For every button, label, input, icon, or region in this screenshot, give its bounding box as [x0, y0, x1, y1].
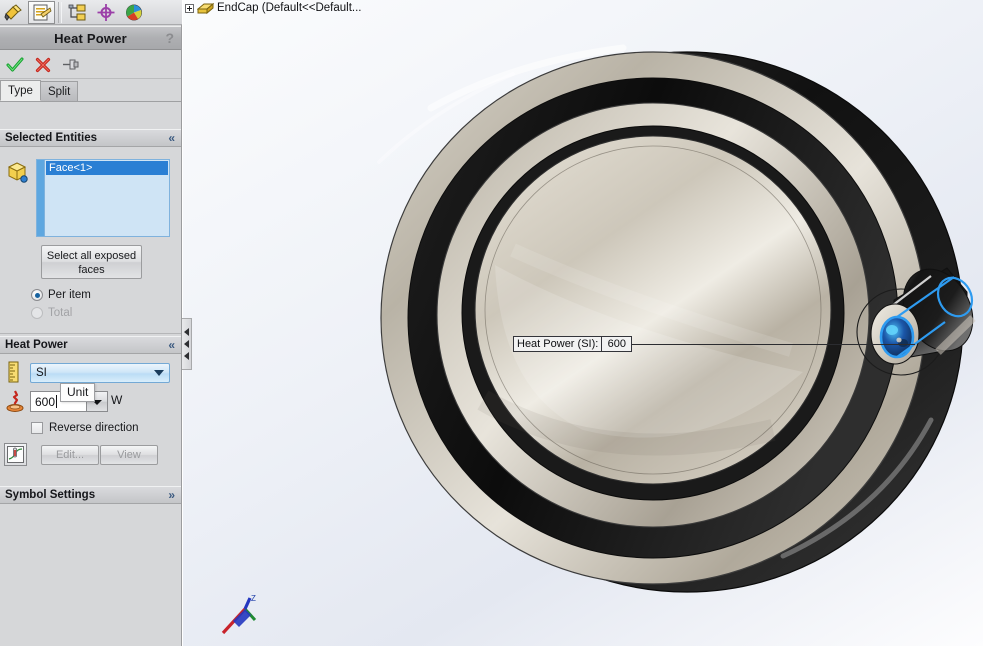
- property-manager-icon[interactable]: [28, 0, 55, 24]
- help-icon[interactable]: ?: [165, 30, 174, 46]
- chevron-down-icon[interactable]: [154, 370, 164, 376]
- group-symbol-settings: Symbol Settings »: [0, 486, 181, 504]
- edit-button[interactable]: Edit...: [41, 445, 99, 465]
- property-manager-panel: Heat Power ? Type Split Selected Entitie…: [0, 0, 182, 646]
- radio-total[interactable]: Total: [31, 307, 72, 319]
- cancel-button[interactable]: [30, 53, 56, 77]
- view-button[interactable]: View: [100, 445, 158, 465]
- panel-title-bar: Heat Power ?: [0, 26, 181, 50]
- group-selected-entities: Selected Entities « Face<1> Select all e…: [0, 129, 181, 334]
- ok-button[interactable]: [2, 53, 28, 77]
- graphics-viewport[interactable]: EndCap (Default<<Default... Heat Power (…: [183, 0, 983, 646]
- chevron-down-icon[interactable]: »: [168, 488, 175, 502]
- select-all-exposed-faces-button[interactable]: Select all exposed faces: [41, 245, 142, 279]
- group-body-selected-entities: Face<1> Select all exposed faces Per ite…: [0, 147, 181, 334]
- radio-label: Per item: [48, 289, 91, 301]
- chevron-left-icon: [184, 352, 189, 360]
- axis-triad: Z: [221, 594, 257, 635]
- checkbox-indicator[interactable]: [31, 422, 43, 434]
- heat-power-unit-suffix: W: [111, 393, 123, 407]
- radio-per-item[interactable]: Per item: [31, 289, 91, 301]
- feature-tree-root-item[interactable]: EndCap (Default<<Default...: [185, 0, 361, 16]
- endcap-3d-model[interactable]: [183, 0, 983, 646]
- callout-leader-line: [625, 344, 915, 345]
- page-title: Heat Power: [54, 30, 127, 46]
- unit-ruler-icon: [6, 361, 21, 388]
- svg-text:Z: Z: [251, 594, 256, 603]
- selected-entities-listbox[interactable]: Face<1>: [44, 159, 170, 237]
- group-title: Heat Power: [5, 339, 68, 351]
- group-body-heat-power: SI 600 W Unit Reverse direction Edit... …: [0, 354, 181, 493]
- property-manager-ribbon-icon[interactable]: [0, 1, 27, 24]
- chevron-left-icon: [184, 328, 189, 336]
- toolbar-separator: [58, 1, 62, 23]
- heat-power-callout[interactable]: Heat Power (SI): 600: [513, 336, 633, 352]
- panel-splitter-handle[interactable]: [182, 318, 192, 370]
- group-header-heat-power[interactable]: Heat Power «: [0, 336, 181, 354]
- display-manager-icon[interactable]: [120, 1, 147, 24]
- expand-icon[interactable]: [185, 3, 194, 13]
- solidworks-window: Heat Power ? Type Split Selected Entitie…: [0, 0, 983, 646]
- panel-tabs: Type Split: [0, 80, 181, 102]
- face-selection-icon: [5, 160, 29, 189]
- checkbox-label: Reverse direction: [49, 422, 139, 434]
- chevron-left-icon: [184, 340, 189, 348]
- part-document-icon: [197, 2, 214, 14]
- text-caret: [56, 395, 58, 408]
- group-heat-power: Heat Power « SI 600 W Unit Reverse direc…: [0, 336, 181, 493]
- dimxpert-manager-icon[interactable]: [92, 1, 119, 24]
- variation-with-time-button[interactable]: [4, 443, 27, 466]
- unit-select[interactable]: SI: [30, 363, 170, 383]
- group-header-symbol-settings[interactable]: Symbol Settings »: [0, 486, 181, 504]
- radio-indicator[interactable]: [31, 289, 43, 301]
- chevron-up-icon[interactable]: «: [168, 131, 175, 145]
- configuration-manager-icon[interactable]: [64, 1, 91, 24]
- chevron-up-icon[interactable]: «: [168, 338, 175, 352]
- feature-tree-root-label: EndCap (Default<<Default...: [217, 2, 362, 14]
- callout-label: Heat Power (SI):: [513, 336, 603, 352]
- group-title: Selected Entities: [5, 132, 98, 144]
- tooltip-unit: Unit: [60, 383, 96, 402]
- group-title: Symbol Settings: [5, 489, 96, 501]
- reverse-direction-checkbox[interactable]: Reverse direction: [31, 422, 138, 434]
- radio-label: Total: [48, 307, 73, 319]
- heat-power-value: 600: [35, 394, 56, 409]
- heat-power-icon: [5, 389, 25, 418]
- panel-command-row: [0, 51, 181, 79]
- radio-indicator[interactable]: [31, 307, 43, 319]
- pin-button[interactable]: [58, 53, 84, 77]
- panel-tab-toolbar: [0, 0, 182, 25]
- tab-split[interactable]: Split: [39, 81, 79, 101]
- callout-value: 600: [602, 336, 633, 352]
- unit-select-value: SI: [36, 367, 47, 379]
- tab-type[interactable]: Type: [0, 80, 41, 101]
- group-header-selected-entities[interactable]: Selected Entities «: [0, 129, 181, 147]
- list-item[interactable]: Face<1>: [46, 161, 168, 175]
